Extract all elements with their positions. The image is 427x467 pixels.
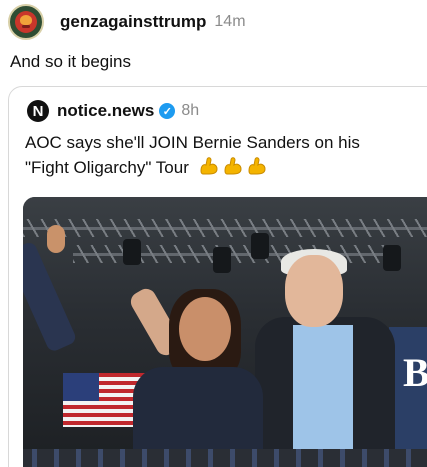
- post-author[interactable]: genzagainsttrump: [60, 12, 206, 32]
- quoted-post-headline: AOC says she'll JOIN Bernie Sanders on h…: [25, 133, 360, 177]
- notice-logo-icon: N: [27, 100, 49, 122]
- verified-badge-icon: ✓: [159, 103, 176, 119]
- quoted-post-time[interactable]: 8h: [181, 102, 199, 120]
- crowd: [23, 449, 427, 467]
- post-time[interactable]: 14m: [214, 13, 245, 31]
- flexed-biceps-icon: [224, 157, 242, 175]
- stage-truss: [23, 219, 427, 237]
- raised-hand: [47, 225, 65, 253]
- flexed-biceps-icon: [200, 157, 218, 175]
- quoted-post-photo[interactable]: B: [23, 197, 427, 467]
- person-right-shirt: [293, 325, 353, 467]
- person-right-head: [285, 255, 343, 327]
- person-left-head: [179, 297, 231, 361]
- stage-light: [251, 233, 269, 259]
- stage-light: [123, 239, 141, 265]
- post-header: genzagainsttrump 14m: [8, 4, 246, 40]
- quoted-post-card[interactable]: N notice.news ✓ 8h AOC says she'll JOIN …: [8, 86, 427, 467]
- emoji-group: [198, 155, 268, 175]
- quoted-post-text: AOC says she'll JOIN Bernie Sanders on h…: [25, 131, 405, 180]
- flexed-biceps-icon: [248, 157, 266, 175]
- post-text: And so it begins: [10, 52, 131, 71]
- avatar[interactable]: [8, 4, 44, 40]
- stage-light: [213, 247, 231, 273]
- quoted-post-header: N notice.news ✓ 8h: [27, 100, 199, 122]
- quoted-post-author[interactable]: notice.news: [57, 101, 154, 121]
- stage-light: [383, 245, 401, 271]
